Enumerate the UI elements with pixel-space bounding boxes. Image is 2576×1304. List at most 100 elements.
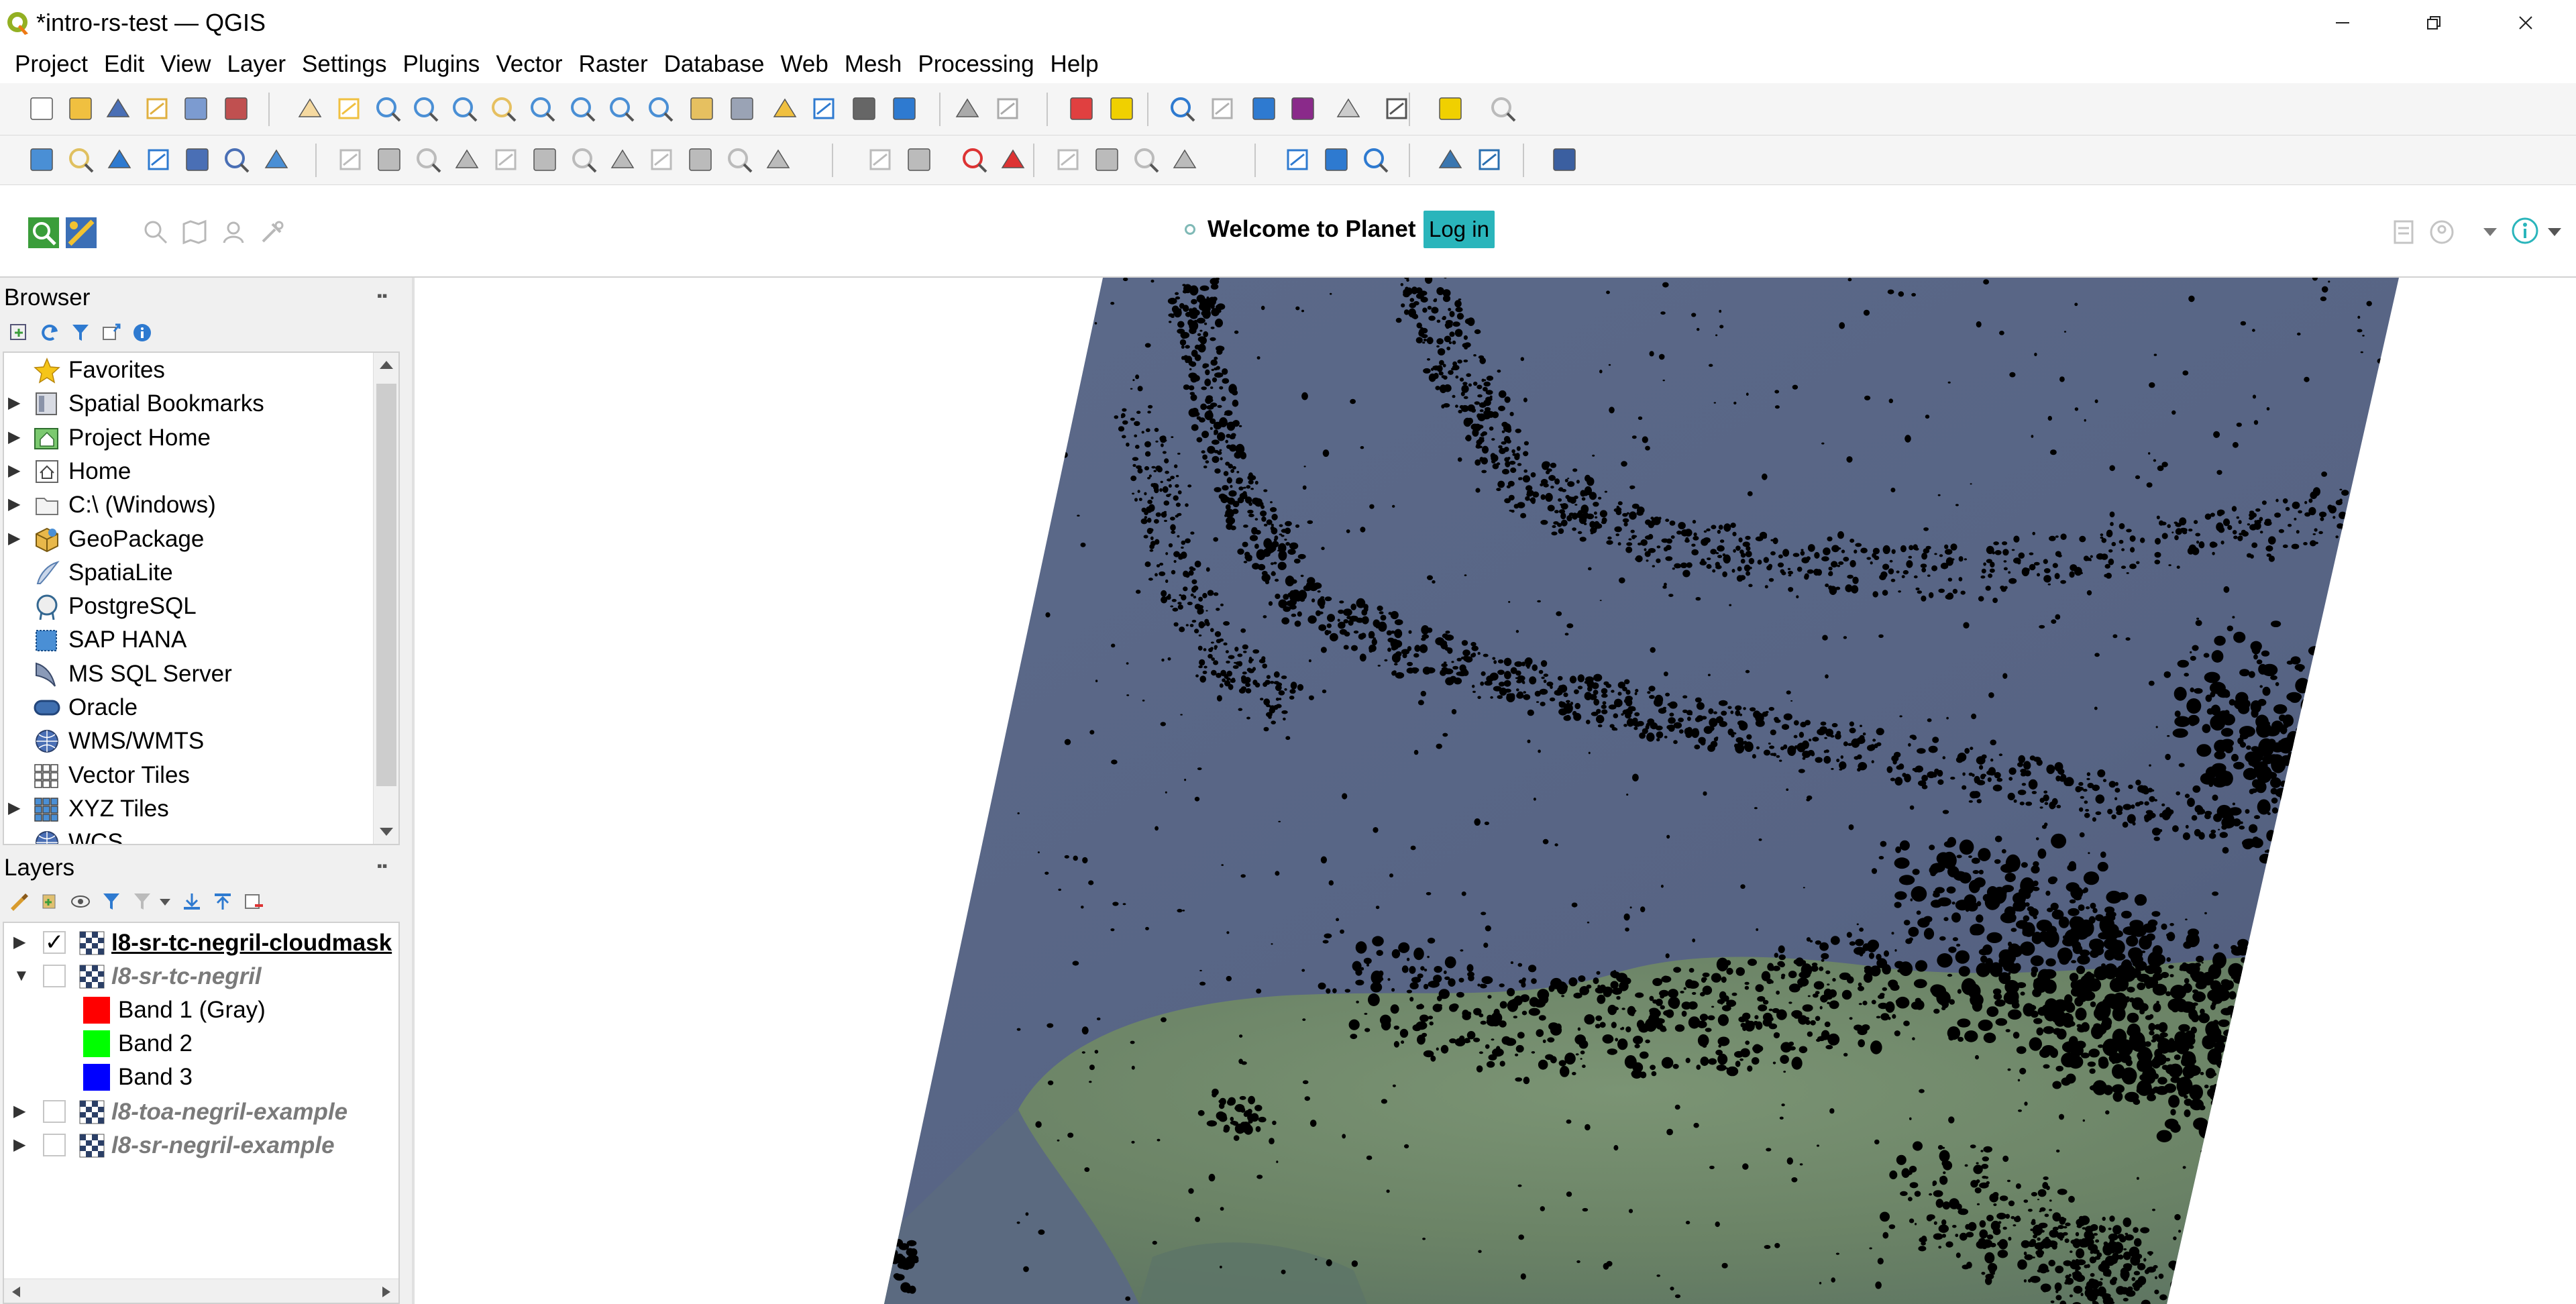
layer-item-l8-toa-negril-example[interactable]: ▶ l8-toa-negril-example [4, 1095, 398, 1128]
remove-layer-icon[interactable] [243, 891, 264, 912]
tasking-icon[interactable] [259, 219, 286, 246]
browser-item-geopackage[interactable]: ▶ GeoPackage [4, 522, 380, 555]
account-icon[interactable] [2428, 219, 2455, 246]
temporal-controller-icon[interactable] [849, 94, 879, 123]
menu-vector[interactable]: Vector [488, 46, 570, 83]
save-as-icon[interactable] [142, 94, 172, 123]
layer-item-l8-sr-negril-example[interactable]: ▶ l8-sr-negril-example [4, 1128, 398, 1162]
new-bookmark-icon[interactable] [770, 94, 800, 123]
label-change-icon[interactable] [998, 145, 1028, 174]
processing-toolbox-icon[interactable] [1249, 94, 1279, 123]
map-canvas[interactable] [412, 278, 2576, 1304]
style-manager-icon[interactable] [221, 94, 251, 123]
locator-icon[interactable] [1488, 94, 1517, 123]
zoom-to-layer-icon[interactable] [527, 94, 557, 123]
cut-features-icon[interactable] [608, 145, 637, 174]
vertex-tool-icon[interactable] [491, 145, 521, 174]
select-features-icon[interactable] [953, 94, 982, 123]
layer-visibility-checkbox[interactable]: ✓ [43, 931, 66, 954]
add-group-icon[interactable] [39, 891, 60, 912]
print-layout-icon[interactable] [181, 94, 211, 123]
expand-arrow-icon[interactable]: ▶ [8, 393, 27, 413]
delete-selected-icon[interactable] [569, 145, 598, 174]
openlayers-icon[interactable] [1283, 145, 1312, 174]
close-button[interactable] [2485, 4, 2566, 42]
new-temp-layer-icon[interactable] [221, 145, 251, 174]
expand-arrow-icon[interactable]: ▶ [8, 461, 27, 481]
zoom-last-icon[interactable] [606, 94, 636, 123]
measure-icon[interactable] [1382, 94, 1411, 123]
show-bookmarks-icon[interactable] [809, 94, 839, 123]
float-panel-icon[interactable]: ▪▪ [377, 859, 397, 873]
add-selected-layers-icon[interactable] [8, 322, 30, 343]
menu-database[interactable]: Database [656, 46, 773, 83]
toggle-editing-icon[interactable] [374, 145, 404, 174]
collapse-all-icon[interactable] [212, 891, 233, 912]
identify-icon[interactable] [1167, 94, 1197, 123]
select-location-icon[interactable] [1107, 94, 1136, 123]
open-project-icon[interactable] [66, 94, 95, 123]
menu-help[interactable]: Help [1042, 46, 1107, 83]
modify-attributes-icon[interactable] [530, 145, 559, 174]
menu-plugins[interactable]: Plugins [395, 46, 488, 83]
expand-arrow-icon[interactable]: ▶ [13, 932, 32, 953]
label-highlight-icon[interactable] [959, 145, 989, 174]
label-move-icon[interactable] [1131, 145, 1161, 174]
attribute-table-icon[interactable] [1208, 94, 1237, 123]
new-map-view-icon[interactable] [687, 94, 716, 123]
browser-item-ms-sql-server[interactable]: MS SQL Server [4, 657, 380, 690]
scrollbar-thumb[interactable] [376, 384, 396, 786]
info-icon[interactable] [2510, 216, 2540, 246]
minimize-button[interactable] [2302, 4, 2383, 42]
deselect-icon[interactable] [1067, 94, 1096, 123]
browser-item-xyz-tiles[interactable]: ▶ XYZ Tiles [4, 792, 380, 825]
label-pin-icon[interactable] [904, 145, 934, 174]
browser-tree[interactable]: Favorites ▶ Spatial Bookmarks ▶ Project Home… [3, 351, 400, 845]
chevron-down-icon[interactable] [2546, 225, 2563, 239]
browser-item-wms-wmts[interactable]: WMS/WMTS [4, 724, 380, 757]
save-project-icon[interactable] [103, 94, 133, 123]
refresh-icon[interactable] [39, 322, 60, 343]
expand-arrow-icon[interactable]: ▶ [8, 798, 27, 818]
label-rotate-icon[interactable] [1053, 145, 1083, 174]
zoom-to-selection-icon[interactable] [488, 94, 518, 123]
new-geopackage-icon[interactable] [66, 145, 95, 174]
save-edits-icon[interactable] [413, 145, 443, 174]
browser-item-oracle[interactable]: Oracle [4, 690, 380, 724]
menu-layer[interactable]: Layer [219, 46, 294, 83]
new-virtual-layer-icon[interactable] [182, 145, 212, 174]
metasearch-icon[interactable] [1360, 145, 1390, 174]
zoom-out-icon[interactable] [411, 94, 440, 123]
data-source-manager-icon[interactable] [27, 145, 56, 174]
expand-arrow-icon[interactable]: ▶ [8, 529, 27, 549]
filter-legend-icon[interactable] [101, 891, 122, 912]
expand-arrow-icon[interactable]: ▶ [8, 427, 27, 447]
new-project-icon[interactable] [27, 94, 56, 123]
paste-features-icon[interactable] [686, 145, 715, 174]
scroll-left-icon[interactable] [9, 1285, 23, 1299]
layer-visibility-checkbox[interactable] [43, 1100, 66, 1123]
layer-visibility-checkbox[interactable] [43, 965, 66, 987]
browser-item-c-windows[interactable]: ▶ C:\ (Windows) [4, 488, 380, 521]
menu-settings[interactable]: Settings [294, 46, 394, 83]
report-icon[interactable] [2391, 219, 2418, 246]
browser-item-home[interactable]: ▶ Home [4, 454, 380, 488]
zoom-native-icon[interactable] [568, 94, 597, 123]
zoom-full-icon[interactable] [449, 94, 479, 123]
filter-expression-icon[interactable] [131, 891, 153, 912]
edit-pencil-icon[interactable] [335, 145, 365, 174]
expand-all-icon[interactable] [181, 891, 203, 912]
add-feature-icon[interactable] [452, 145, 482, 174]
pan-to-selection-icon[interactable] [334, 94, 364, 123]
chevron-down-icon[interactable] [2482, 225, 2498, 239]
zoom-next-icon[interactable] [645, 94, 675, 123]
expand-arrow-icon[interactable]: ▶ [8, 494, 27, 514]
browser-item-wcs[interactable]: WCS [4, 825, 380, 844]
browser-item-postgresql[interactable]: PostgreSQL [4, 589, 380, 622]
browser-item-favorites[interactable]: Favorites [4, 353, 380, 386]
restore-button[interactable] [2394, 4, 2474, 42]
menu-mesh[interactable]: Mesh [837, 46, 910, 83]
label-show-icon[interactable] [1092, 145, 1122, 174]
browser-item-spatialite[interactable]: SpatiaLite [4, 555, 380, 589]
collapse-all-icon[interactable] [101, 322, 122, 343]
